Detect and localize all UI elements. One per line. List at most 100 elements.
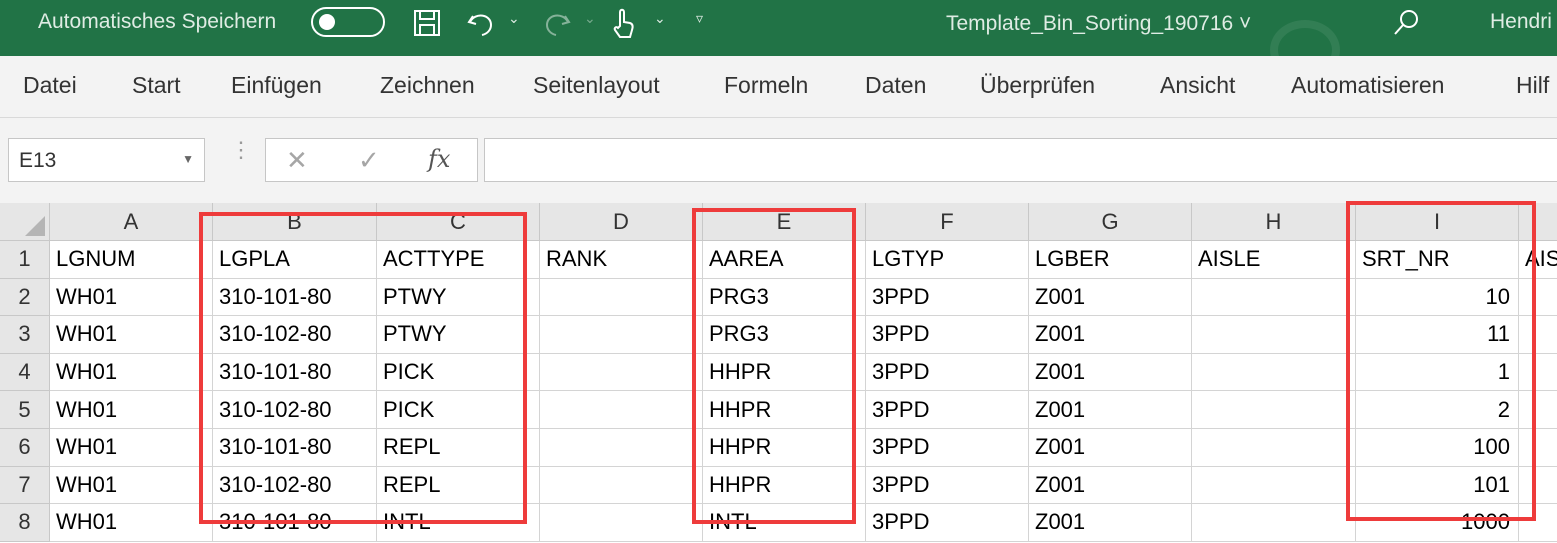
cell-c3[interactable]: PTWY — [377, 316, 540, 354]
cell-j3[interactable] — [1519, 316, 1557, 354]
cell-e4[interactable]: HHPR — [703, 353, 866, 392]
cell-e7[interactable]: HHPR — [703, 466, 866, 505]
column-header-i[interactable]: I — [1356, 203, 1519, 241]
user-name[interactable]: Hendri — [1490, 10, 1552, 34]
tab-seitenlayout[interactable]: Seitenlayout — [533, 72, 660, 99]
cell-h2[interactable] — [1192, 278, 1356, 317]
tab-datei[interactable]: Datei — [23, 72, 77, 99]
autosave-toggle[interactable] — [311, 7, 385, 37]
formula-bar-grip-icon[interactable]: ⋮ — [230, 139, 252, 161]
cell-c2[interactable]: PTWY — [377, 278, 540, 317]
cell-b8[interactable]: 310-101-80 — [213, 504, 377, 542]
cell-a4[interactable]: WH01 — [50, 353, 213, 392]
cell-a3[interactable]: WH01 — [50, 316, 213, 354]
cell-e8[interactable]: INTL — [703, 504, 866, 542]
row-header-8[interactable]: 8 — [0, 504, 50, 542]
touch-mode-icon[interactable] — [606, 6, 640, 40]
cell-h1[interactable]: AISLE — [1192, 241, 1356, 279]
cell-e3[interactable]: PRG3 — [703, 316, 866, 354]
cell-i8[interactable]: 1000 — [1356, 504, 1519, 542]
row-header-1[interactable]: 1 — [0, 241, 50, 279]
cell-a6[interactable]: WH01 — [50, 429, 213, 467]
cell-b5[interactable]: 310-102-80 — [213, 391, 377, 429]
row-header-4[interactable]: 4 — [0, 353, 50, 392]
cell-d1[interactable]: RANK — [540, 241, 703, 279]
formula-input[interactable] — [484, 138, 1557, 182]
cell-h5[interactable] — [1192, 391, 1356, 429]
cell-i6[interactable]: 100 — [1356, 429, 1519, 467]
tab-daten[interactable]: Daten — [865, 72, 926, 99]
cell-h3[interactable] — [1192, 316, 1356, 354]
undo-icon[interactable] — [464, 6, 498, 40]
cell-e1[interactable]: AAREA — [703, 241, 866, 279]
column-header-e[interactable]: E — [703, 203, 866, 241]
cell-d6[interactable] — [540, 429, 703, 467]
column-header-b[interactable]: B — [213, 203, 377, 241]
cell-c1[interactable]: ACTTYPE — [377, 241, 540, 279]
column-header-d[interactable]: D — [540, 203, 703, 241]
cell-b3[interactable]: 310-102-80 — [213, 316, 377, 354]
tab-ueberpruefen[interactable]: Überprüfen — [980, 72, 1095, 99]
tab-automatisieren[interactable]: Automatisieren — [1291, 72, 1444, 99]
tab-hilfe[interactable]: Hilf — [1516, 72, 1549, 99]
cell-f3[interactable]: 3PPD — [866, 316, 1029, 354]
cell-f7[interactable]: 3PPD — [866, 466, 1029, 505]
cell-d8[interactable] — [540, 504, 703, 542]
tab-einfuegen[interactable]: Einfügen — [231, 72, 322, 99]
worksheet-grid[interactable]: ABCDEFGHI 1 LGNUM LGPLA ACTTYPE RANK AAREA LGT… — [0, 201, 1557, 543]
cell-j1[interactable]: AIS — [1519, 241, 1557, 279]
cancel-icon[interactable]: ✕ — [286, 145, 308, 176]
row-header-2[interactable]: 2 — [0, 278, 50, 317]
cell-c5[interactable]: PICK — [377, 391, 540, 429]
cell-c8[interactable]: INTL — [377, 504, 540, 542]
cell-f5[interactable]: 3PPD — [866, 391, 1029, 429]
cell-h6[interactable] — [1192, 429, 1356, 467]
tab-zeichnen[interactable]: Zeichnen — [380, 72, 475, 99]
cell-i7[interactable]: 101 — [1356, 466, 1519, 505]
select-all-button[interactable] — [0, 203, 50, 241]
cell-i2[interactable]: 10 — [1356, 278, 1519, 317]
cell-j2[interactable] — [1519, 278, 1557, 317]
cell-b7[interactable]: 310-102-80 — [213, 466, 377, 505]
cell-a7[interactable]: WH01 — [50, 466, 213, 505]
cell-e6[interactable]: HHPR — [703, 429, 866, 467]
cell-d7[interactable] — [540, 466, 703, 505]
cell-f1[interactable]: LGTYP — [866, 241, 1029, 279]
cell-a2[interactable]: WH01 — [50, 278, 213, 317]
cell-c4[interactable]: PICK — [377, 353, 540, 392]
column-header-j[interactable] — [1519, 203, 1557, 241]
save-icon[interactable] — [410, 6, 444, 40]
undo-dropdown-icon[interactable]: ⌄ — [508, 10, 520, 27]
insert-function-icon[interactable]: fx — [428, 145, 450, 173]
cell-f6[interactable]: 3PPD — [866, 429, 1029, 467]
cell-b2[interactable]: 310-101-80 — [213, 278, 377, 317]
cell-j4[interactable] — [1519, 353, 1557, 392]
search-icon[interactable] — [1390, 6, 1424, 40]
name-box[interactable]: E13 ▼ — [8, 138, 205, 182]
customize-toolbar-icon[interactable]: ▿ — [696, 10, 703, 27]
tab-start[interactable]: Start — [132, 72, 181, 99]
cell-b6[interactable]: 310-101-80 — [213, 429, 377, 467]
column-header-g[interactable]: G — [1029, 203, 1192, 241]
cell-h4[interactable] — [1192, 353, 1356, 392]
name-box-dropdown-icon[interactable]: ▼ — [182, 152, 194, 166]
row-header-7[interactable]: 7 — [0, 466, 50, 505]
cell-g1[interactable]: LGBER — [1029, 241, 1192, 279]
redo-dropdown-icon[interactable]: ⌄ — [584, 10, 596, 27]
cell-e5[interactable]: HHPR — [703, 391, 866, 429]
cell-h7[interactable] — [1192, 466, 1356, 505]
tab-ansicht[interactable]: Ansicht — [1160, 72, 1235, 99]
column-header-h[interactable]: H — [1192, 203, 1356, 241]
touch-dropdown-icon[interactable]: ⌄ — [654, 10, 666, 27]
cell-f4[interactable]: 3PPD — [866, 353, 1029, 392]
cell-d5[interactable] — [540, 391, 703, 429]
row-header-3[interactable]: 3 — [0, 316, 50, 354]
cell-g8[interactable]: Z001 — [1029, 504, 1192, 542]
cell-a5[interactable]: WH01 — [50, 391, 213, 429]
document-title[interactable]: Template_Bin_Sorting_190716 ˅ — [946, 12, 1251, 36]
cell-g3[interactable]: Z001 — [1029, 316, 1192, 354]
cell-c6[interactable]: REPL — [377, 429, 540, 467]
confirm-icon[interactable]: ✓ — [358, 145, 380, 176]
cell-h8[interactable] — [1192, 504, 1356, 542]
redo-icon[interactable] — [540, 6, 574, 40]
